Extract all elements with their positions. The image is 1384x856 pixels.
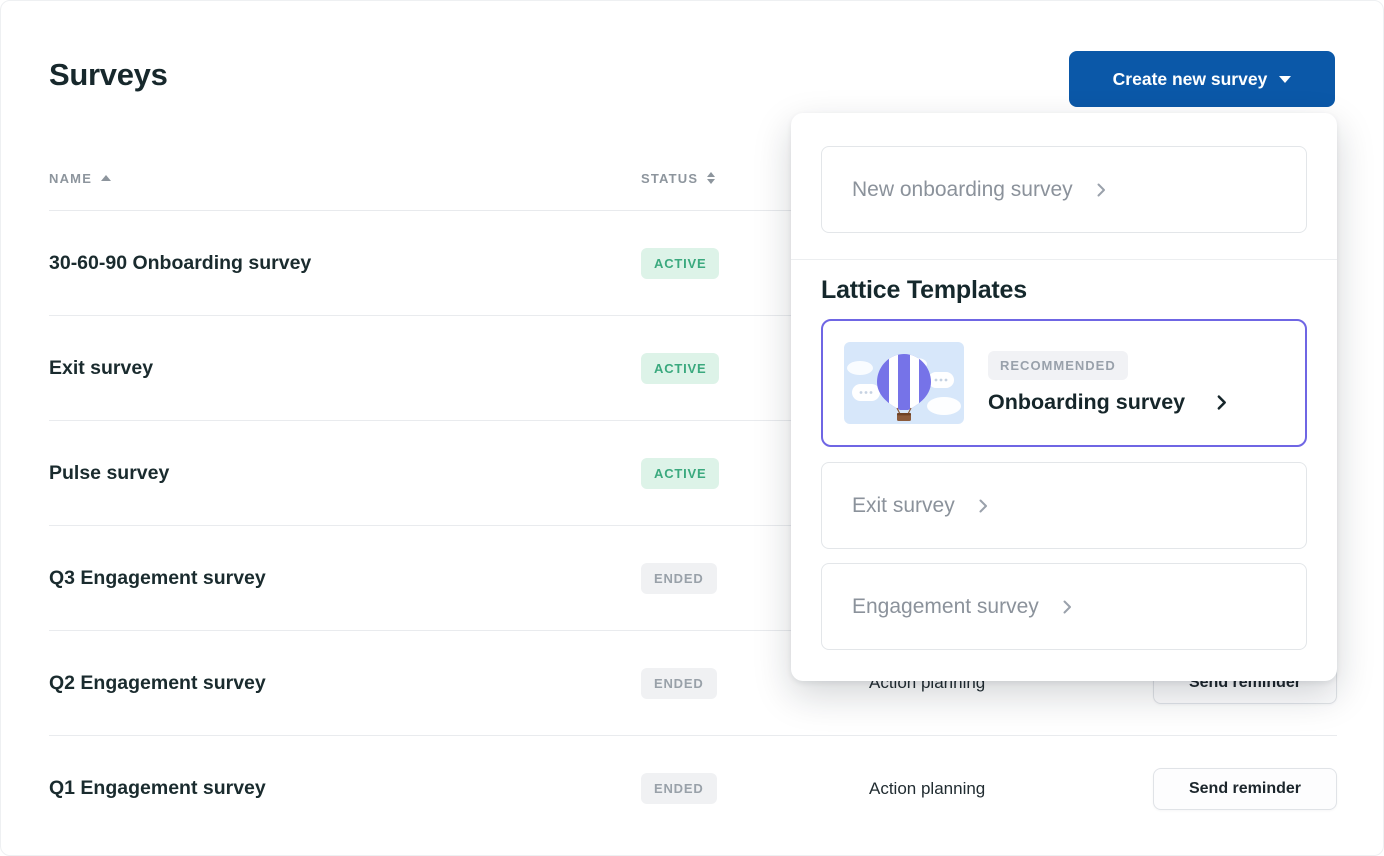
speech-bubble-right bbox=[928, 372, 954, 388]
dropdown-divider bbox=[791, 259, 1337, 260]
survey-name-link[interactable]: 30-60-90 Onboarding survey bbox=[49, 252, 641, 275]
status-badge: ENDED bbox=[641, 668, 717, 699]
survey-name-link[interactable]: Exit survey bbox=[49, 357, 641, 380]
phase-label: Action planning bbox=[869, 779, 1153, 799]
status-badge: ACTIVE bbox=[641, 353, 719, 384]
status-badge: ACTIVE bbox=[641, 458, 719, 489]
chevron-right-icon bbox=[975, 498, 991, 514]
send-reminder-button[interactable]: Send reminder bbox=[1153, 768, 1337, 810]
template-card-title: Onboarding survey bbox=[988, 390, 1185, 415]
menu-item-label: Exit survey bbox=[852, 494, 955, 518]
sort-ascending-icon bbox=[101, 175, 111, 181]
table-row: Q1 Engagement survey ENDED Action planni… bbox=[49, 736, 1337, 841]
status-badge: ENDED bbox=[641, 773, 717, 804]
templates-section-title: Lattice Templates bbox=[821, 276, 1307, 305]
chevron-right-icon bbox=[1213, 394, 1230, 411]
balloon-illustration bbox=[844, 342, 964, 424]
template-card-onboarding-survey[interactable]: RECOMMENDED Onboarding survey bbox=[821, 319, 1307, 447]
survey-name-link[interactable]: Q1 Engagement survey bbox=[49, 777, 641, 800]
create-new-survey-button[interactable]: Create new survey bbox=[1069, 51, 1335, 107]
create-new-survey-label: Create new survey bbox=[1113, 69, 1268, 90]
menu-item-new-onboarding-survey[interactable]: New onboarding survey bbox=[821, 146, 1307, 233]
menu-item-exit-survey[interactable]: Exit survey bbox=[821, 462, 1307, 549]
page-title: Surveys bbox=[49, 57, 168, 93]
survey-name-link[interactable]: Pulse survey bbox=[49, 462, 641, 485]
column-header-name-label: NAME bbox=[49, 171, 92, 186]
survey-name-link[interactable]: Q3 Engagement survey bbox=[49, 567, 641, 590]
create-survey-dropdown: New onboarding survey Lattice Templates bbox=[791, 113, 1337, 681]
status-badge: ENDED bbox=[641, 563, 717, 594]
column-header-status-label: STATUS bbox=[641, 171, 698, 186]
speech-bubble-left bbox=[852, 384, 880, 401]
column-header-name[interactable]: NAME bbox=[49, 171, 641, 186]
menu-item-label: Engagement survey bbox=[852, 595, 1039, 619]
recommended-badge: RECOMMENDED bbox=[988, 351, 1128, 380]
menu-item-engagement-survey[interactable]: Engagement survey bbox=[821, 563, 1307, 650]
caret-down-icon bbox=[1279, 76, 1291, 83]
chevron-right-icon bbox=[1093, 182, 1109, 198]
menu-item-label: New onboarding survey bbox=[852, 178, 1073, 202]
chevron-right-icon bbox=[1059, 599, 1075, 615]
status-badge: ACTIVE bbox=[641, 248, 719, 279]
sort-both-icon bbox=[707, 172, 715, 184]
survey-name-link[interactable]: Q2 Engagement survey bbox=[49, 672, 641, 695]
